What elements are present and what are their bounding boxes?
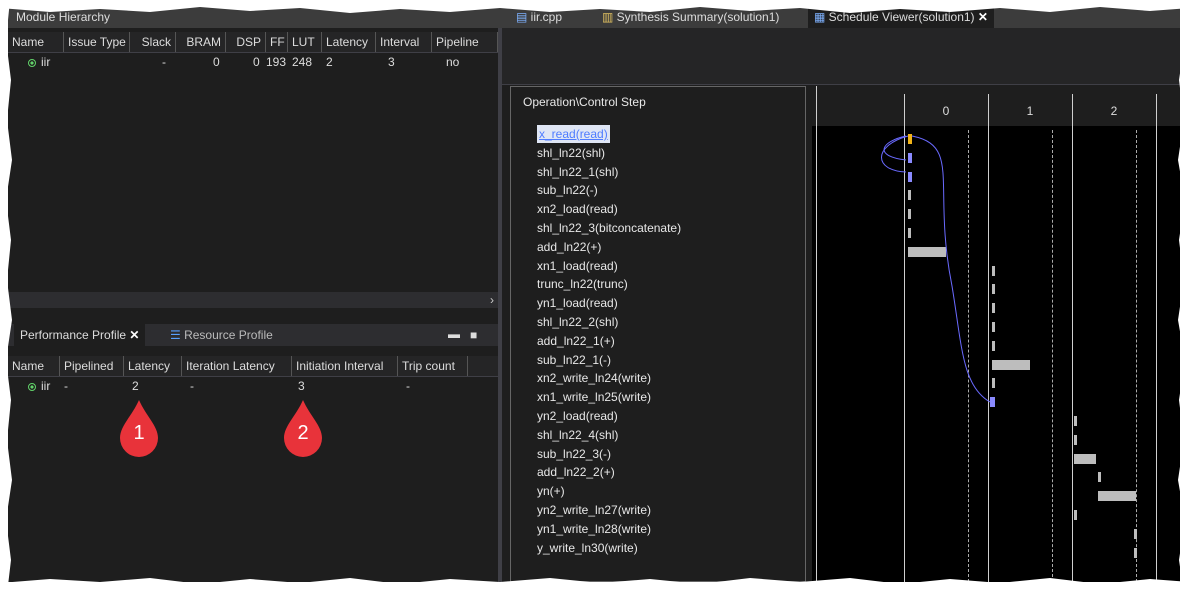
operation-item[interactable]: x_read(read) [537,125,610,143]
col-lut[interactable]: LUT [288,32,322,52]
resource-icon: ☰ [170,328,185,342]
schedule-chart: 0 1 2 [812,86,1180,582]
operation-item[interactable]: yn1_load(read) [537,294,618,312]
operation-item[interactable]: yn(+) [537,482,565,500]
col-interval[interactable]: Interval [376,32,432,52]
scroll-right-icon[interactable]: › [490,292,494,308]
maximize-icon[interactable]: ■ [470,324,477,346]
col-pipelined[interactable]: Pipelined [60,356,124,376]
operation-item[interactable]: shl_ln22_2(shl) [537,313,618,331]
status-ok-icon [28,58,36,67]
profile-header: Name Pipelined Latency Iteration Latency… [8,356,498,377]
operation-item[interactable]: yn2_write_ln27(write) [537,501,651,519]
torn-edge-left [0,0,12,594]
callout-number: 2 [297,422,309,444]
operation-item[interactable]: sub_ln22(-) [537,181,598,199]
pane-divider[interactable] [498,28,502,582]
col-name[interactable]: Name [8,356,60,376]
close-icon[interactable]: ✕ [129,328,139,342]
dependency-arc [881,135,909,173]
window: Module Hierarchy ▤ iir.cpp ▥ Synthesis S… [8,6,1180,582]
col-latency[interactable]: Latency [124,356,182,376]
row-slack: - [162,55,166,69]
col-pipeline[interactable]: Pipeline [432,32,498,52]
operation-item[interactable]: yn1_write_ln28(write) [537,520,651,538]
torn-edge-bottom [0,578,1190,594]
callout-marker-2: 2 [280,398,326,458]
operation-item[interactable]: xn1_write_ln25(write) [537,388,651,406]
operation-item[interactable]: shl_ln22_3(bitconcatenate) [537,219,681,237]
col-ff[interactable]: FF [266,32,288,52]
operation-header: Operation\Control Step [523,95,646,109]
row-initiation-interval: 3 [298,379,305,393]
dependency-arc [883,135,907,161]
callout-marker-1: 1 [116,398,162,458]
row-latency: 2 [326,55,333,69]
torn-edge-right [1178,0,1190,594]
torn-edge-top [0,0,1190,13]
col-trip-count[interactable]: Trip count [398,356,468,376]
row-interval: 3 [388,55,395,69]
operation-item[interactable]: add_ln22(+) [537,238,601,256]
schedule-toolbar [502,28,1180,85]
row-trip-count: - [406,379,410,393]
operation-item[interactable]: shl_ln22(shl) [537,144,605,162]
operation-item[interactable]: trunc_ln22(trunc) [537,275,628,293]
operation-item[interactable]: sub_ln22_3(-) [537,445,611,463]
minimize-icon[interactable]: ▬ [448,324,460,344]
hierarchy-header: Name Issue Type Slack BRAM DSP FF LUT La… [8,32,498,53]
row-iteration-latency: - [190,379,194,393]
table-row[interactable]: iir - 0 0 193 248 2 3 no [8,54,498,70]
profile-tab-bar: Performance Profile ✕ ☰ Resource Profile… [8,324,498,346]
horizontal-scrollbar[interactable]: › [8,292,498,308]
col-name[interactable]: Name [8,32,64,52]
status-ok-icon [28,382,36,391]
operation-item[interactable]: add_ln22_2(+) [537,463,615,481]
row-lut: 248 [292,55,313,69]
row-pipeline: no [446,55,460,69]
operation-item[interactable]: add_ln22_1(+) [537,332,615,350]
row-pipelined: - [64,379,68,393]
operation-item[interactable]: shl_ln22_1(shl) [537,163,618,181]
table-row[interactable]: iir - 2 - 3 - [8,378,498,394]
row-name: iir [28,54,50,70]
tab-resource-profile[interactable]: ☰ Resource Profile [164,324,279,346]
row-name: iir [28,378,50,394]
row-bram: 0 [213,55,220,69]
operation-item[interactable]: y_write_ln30(write) [537,539,638,557]
operation-item[interactable]: shl_ln22_4(shl) [537,426,618,444]
operation-item[interactable]: xn2_load(read) [537,200,618,218]
dependency-arcs [881,135,991,403]
tab-performance-profile[interactable]: Performance Profile ✕ [14,324,146,346]
operation-item[interactable]: xn2_write_ln24(write) [537,369,651,387]
col-latency[interactable]: Latency [322,32,376,52]
col-issue-type[interactable]: Issue Type [64,32,130,52]
col-initiation-interval[interactable]: Initiation Interval [292,356,398,376]
row-latency: 2 [132,379,139,393]
row-ff: 193 [266,55,287,69]
col-iteration-latency[interactable]: Iteration Latency [182,356,292,376]
dependency-arc [911,135,991,403]
col-slack[interactable]: Slack [130,32,176,52]
operation-item[interactable]: sub_ln22_1(-) [537,351,611,369]
operation-item[interactable]: xn1_load(read) [537,257,618,275]
col-bram[interactable]: BRAM [176,32,226,52]
operation-panel: Operation\Control Step x_read(read) shl_l… [510,86,806,582]
col-dsp[interactable]: DSP [226,32,266,52]
row-dsp: 0 [253,55,260,69]
operation-item[interactable]: yn2_load(read) [537,407,618,425]
callout-number: 1 [133,422,145,444]
